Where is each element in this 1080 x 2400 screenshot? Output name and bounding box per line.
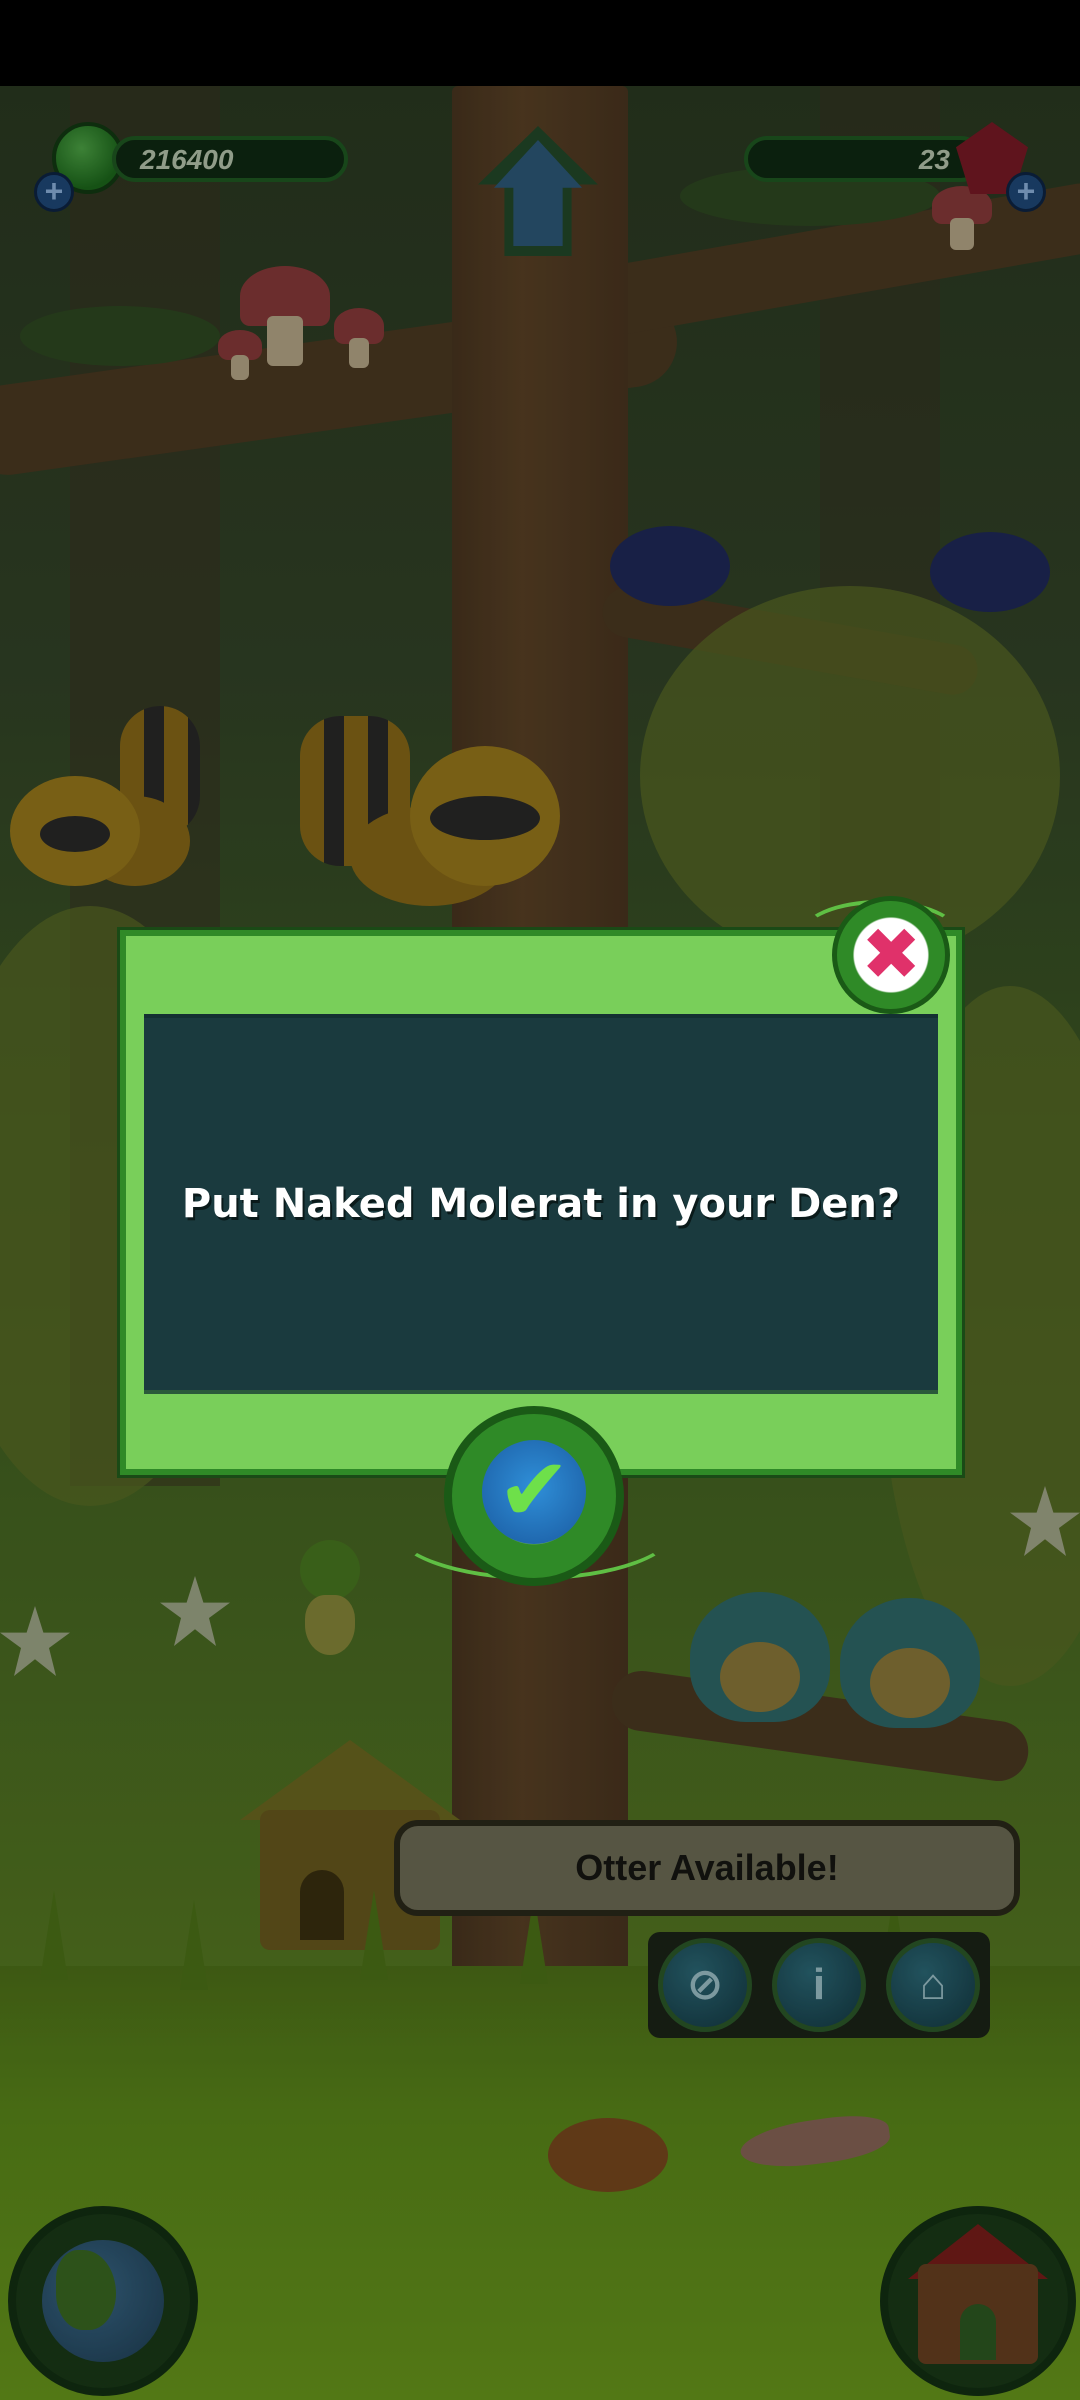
otter-available-banner[interactable]: Otter Available! [394,1820,1020,1916]
frog-creature [840,1598,980,1728]
world-map-button[interactable] [8,2206,198,2396]
add-gems-plus-icon[interactable]: + [1006,172,1046,212]
frog-creature [690,1592,830,1722]
confirm-dialog: Put Naked Molerat in your Den? [120,930,962,1475]
raccoon-creature [290,706,570,926]
coin-count: 216400 [140,144,234,175]
spider-creature [930,532,1050,612]
gem-count: 23 [918,144,950,175]
net-icon[interactable]: ⊘ [658,1938,752,2032]
add-coins-plus-icon[interactable]: + [34,172,74,212]
mushroom [218,330,262,380]
spider-creature [610,526,730,606]
white-flower [1010,1486,1080,1556]
close-button[interactable]: ✖ [832,896,950,1014]
mushroom [334,308,384,368]
dialog-message: Put Naked Molerat in your Den? [181,1181,901,1227]
raccoon-creature [10,706,210,906]
hamster-creature [548,2118,668,2192]
white-flower [160,1576,230,1646]
gem-counter: 23 [744,136,984,182]
status-bar [0,0,1080,86]
home-up-arrow-icon[interactable] [478,126,598,256]
info-icon[interactable]: i [772,1938,866,2032]
checkmark-icon: ✔ [482,1440,586,1544]
close-icon: ✖ [861,915,922,995]
den-house-icon[interactable]: ⌂ [886,1938,980,2032]
white-flower [0,1606,70,1676]
mushroom [932,186,992,250]
moss-clump [20,306,220,366]
dialog-message-panel: Put Naked Molerat in your Den? [144,1014,938,1394]
fairy-creature [280,1520,370,1670]
confirm-button[interactable]: ✔ [444,1406,624,1586]
banner-label: Otter Available! [575,1847,839,1888]
den-button[interactable] [880,2206,1076,2396]
coin-counter: 216400 [112,136,348,182]
